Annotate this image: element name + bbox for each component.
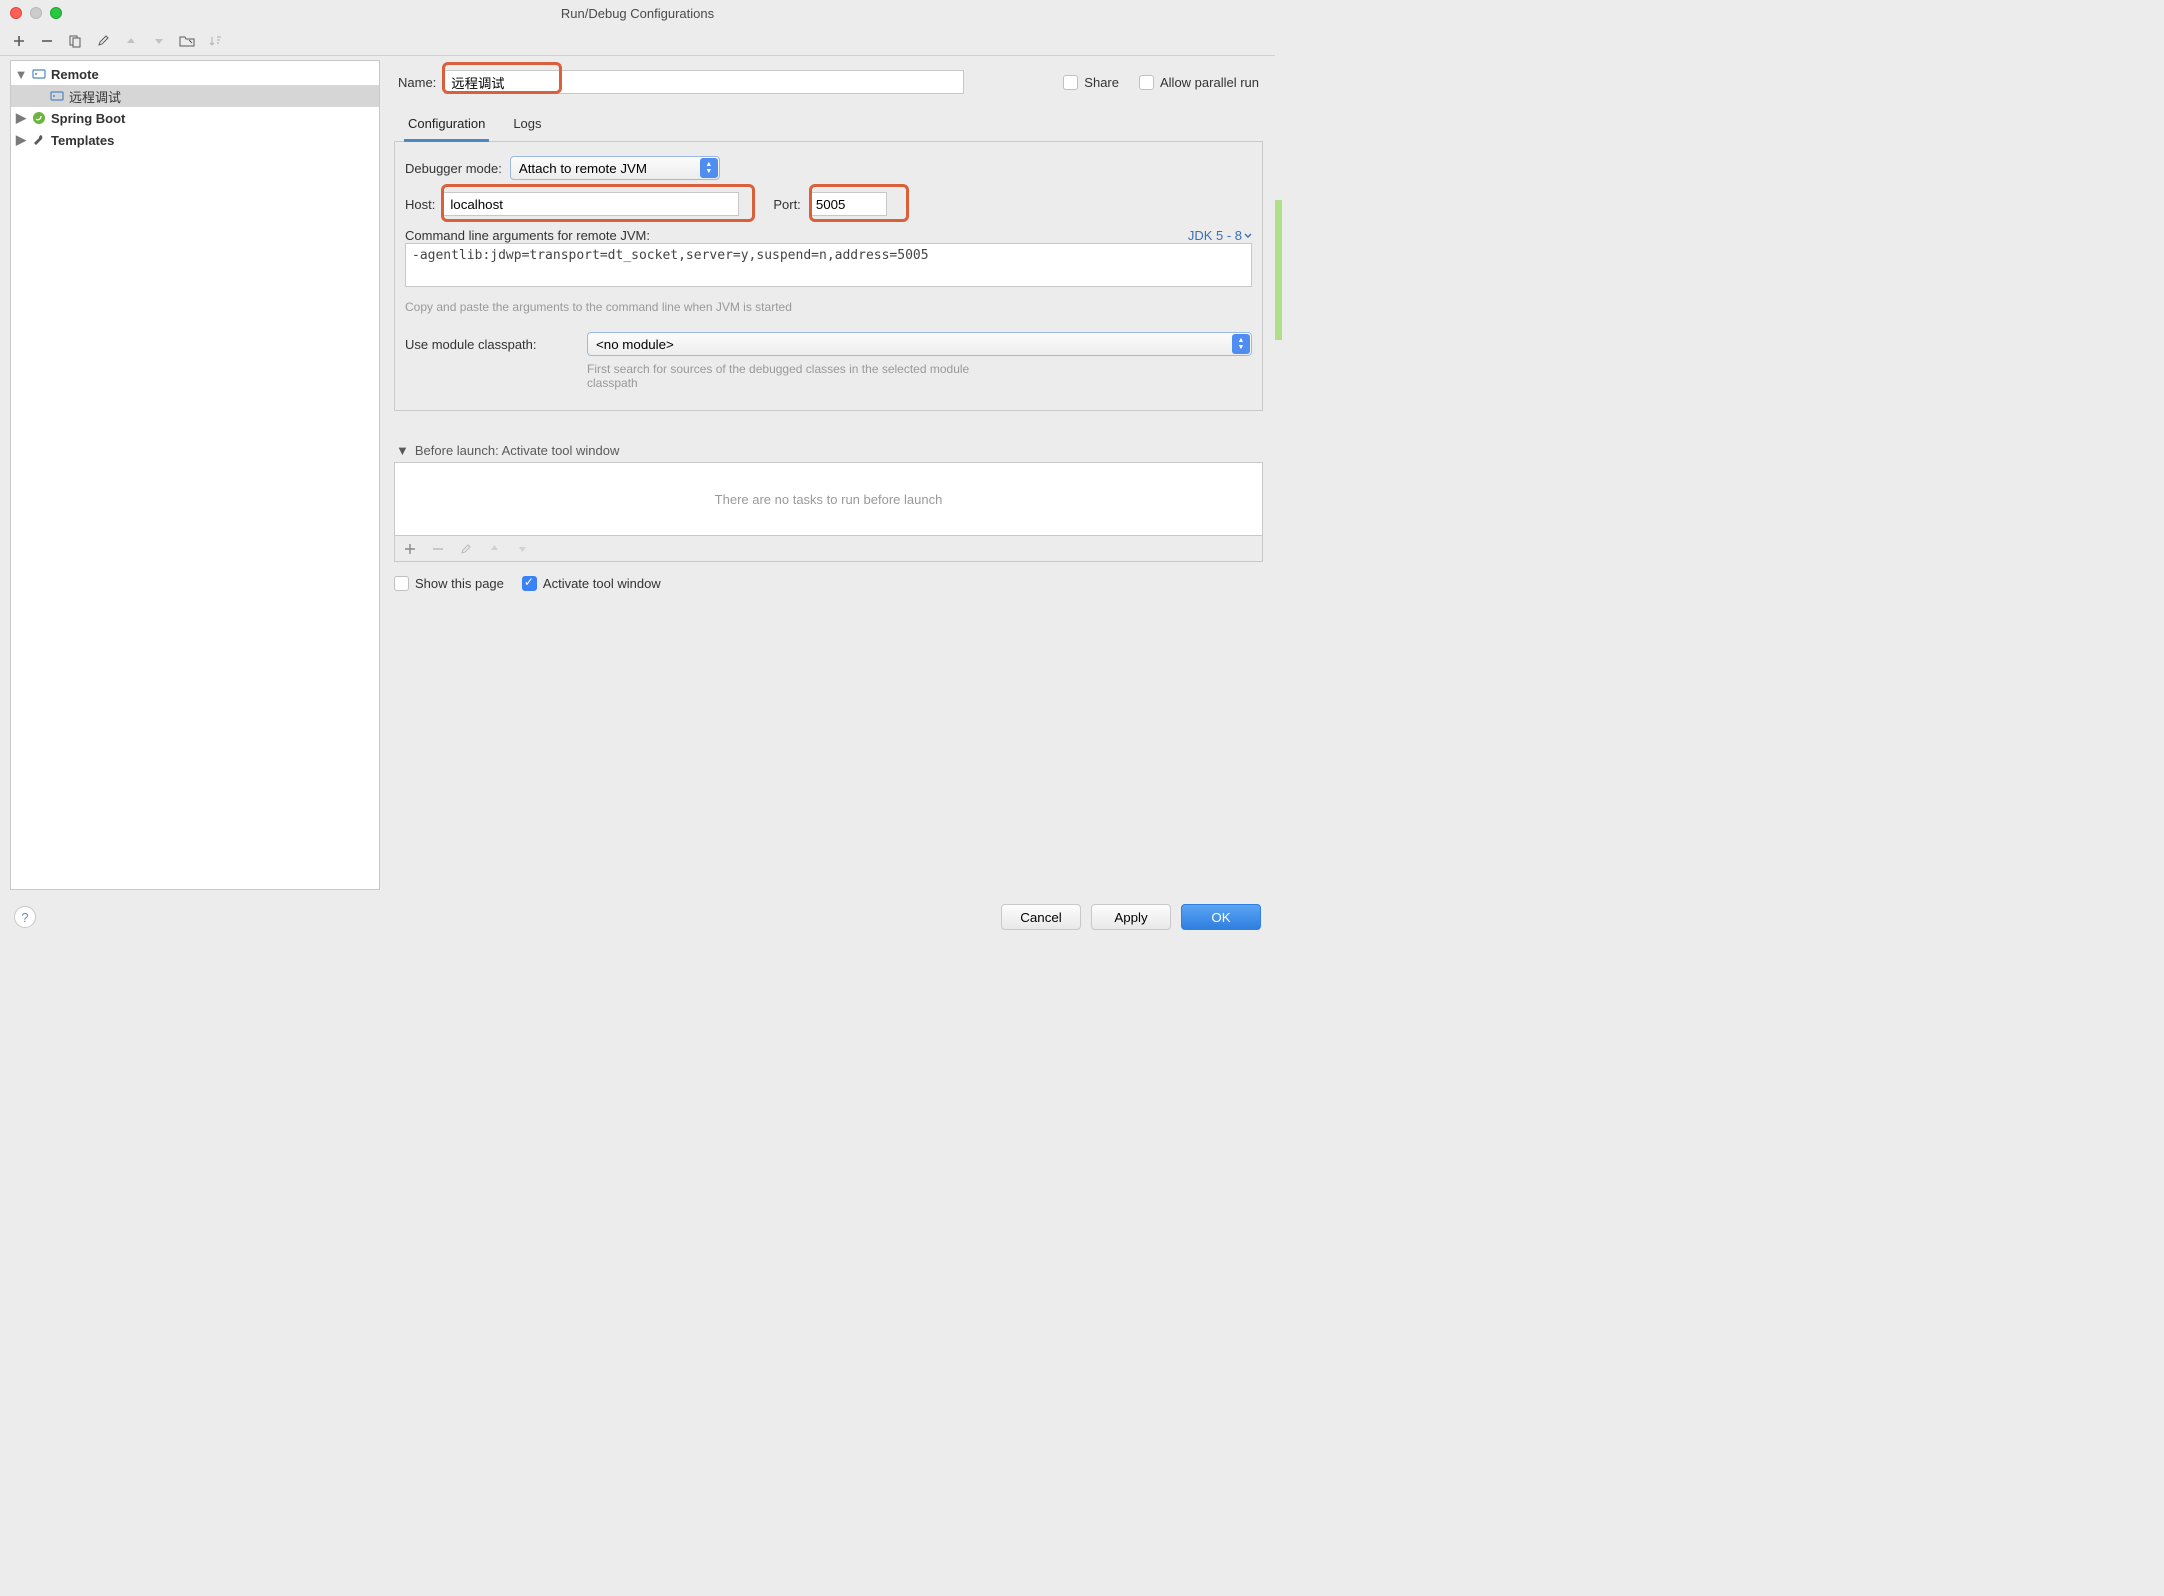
titlebar: Run/Debug Configurations — [0, 0, 1275, 26]
show-page-checkbox[interactable]: Show this page — [394, 576, 504, 591]
chevron-down-icon: ▼ — [15, 68, 27, 80]
tree-label: 远程调试 — [69, 87, 121, 106]
task-down-button[interactable] — [513, 540, 531, 558]
config-tree[interactable]: ▼ Remote 远程调试 ▶ Spring Boot ▶ Templates — [10, 60, 380, 890]
side-strip — [1275, 200, 1282, 340]
apply-button[interactable]: Apply — [1091, 904, 1171, 930]
help-button[interactable]: ? — [14, 906, 36, 928]
name-label: Name: — [398, 75, 436, 90]
cmd-args-label: Command line arguments for remote JVM: — [405, 228, 650, 243]
before-launch-list: There are no tasks to run before launch — [394, 462, 1263, 536]
debugger-mode-select[interactable]: Attach to remote JVM — [510, 156, 720, 180]
debugger-mode-label: Debugger mode: — [405, 161, 502, 176]
tree-label: Remote — [51, 67, 99, 82]
jdk-version-link[interactable]: JDK 5 - 8 — [1188, 228, 1252, 243]
port-input[interactable] — [809, 192, 887, 216]
tree-item-remote-debug[interactable]: 远程调试 — [11, 85, 379, 107]
window-title: Run/Debug Configurations — [0, 6, 1275, 21]
sort-button[interactable] — [206, 32, 224, 50]
copy-config-button[interactable] — [66, 32, 84, 50]
parallel-checkbox[interactable]: Allow parallel run — [1139, 75, 1259, 90]
select-arrows-icon: ▲▼ — [700, 158, 718, 178]
host-label: Host: — [405, 197, 435, 212]
folder-button[interactable] — [178, 32, 196, 50]
add-config-button[interactable] — [10, 32, 28, 50]
cmd-args-text[interactable]: -agentlib:jdwp=transport=dt_socket,serve… — [405, 243, 1252, 287]
move-down-button[interactable] — [150, 32, 168, 50]
share-checkbox[interactable]: Share — [1063, 75, 1119, 90]
chevron-right-icon: ▶ — [15, 134, 27, 146]
wrench-icon — [31, 132, 47, 148]
remote-icon — [31, 66, 47, 82]
sidebar-toolbar — [0, 26, 1275, 56]
tree-item-templates[interactable]: ▶ Templates — [11, 129, 379, 151]
ok-button[interactable]: OK — [1181, 904, 1261, 930]
tab-configuration[interactable]: Configuration — [404, 110, 489, 142]
spring-icon — [31, 110, 47, 126]
port-label: Port: — [773, 197, 800, 212]
activate-tool-window-checkbox[interactable]: Activate tool window — [522, 576, 661, 591]
tree-label: Templates — [51, 133, 114, 148]
add-task-button[interactable] — [401, 540, 419, 558]
tree-label: Spring Boot — [51, 111, 125, 126]
before-launch-header[interactable]: ▼ Before launch: Activate tool window — [394, 439, 1263, 462]
remote-icon — [49, 88, 65, 104]
name-input[interactable] — [444, 70, 964, 94]
edit-config-button[interactable] — [94, 32, 112, 50]
module-classpath-label: Use module classpath: — [405, 337, 573, 352]
tree-item-spring-boot[interactable]: ▶ Spring Boot — [11, 107, 379, 129]
host-input[interactable] — [443, 192, 739, 216]
module-classpath-select[interactable]: <no module> — [587, 332, 1252, 356]
edit-task-button[interactable] — [457, 540, 475, 558]
cancel-button[interactable]: Cancel — [1001, 904, 1081, 930]
move-up-button[interactable] — [122, 32, 140, 50]
chevron-right-icon: ▶ — [15, 112, 27, 124]
chevron-down-icon: ▼ — [396, 443, 409, 458]
remove-config-button[interactable] — [38, 32, 56, 50]
tree-item-remote[interactable]: ▼ Remote — [11, 63, 379, 85]
cmd-hint: Copy and paste the arguments to the comm… — [405, 300, 1252, 314]
task-up-button[interactable] — [485, 540, 503, 558]
select-arrows-icon: ▲▼ — [1232, 334, 1250, 354]
remove-task-button[interactable] — [429, 540, 447, 558]
tab-logs[interactable]: Logs — [509, 110, 545, 141]
module-hint: First search for sources of the debugged… — [587, 362, 987, 390]
